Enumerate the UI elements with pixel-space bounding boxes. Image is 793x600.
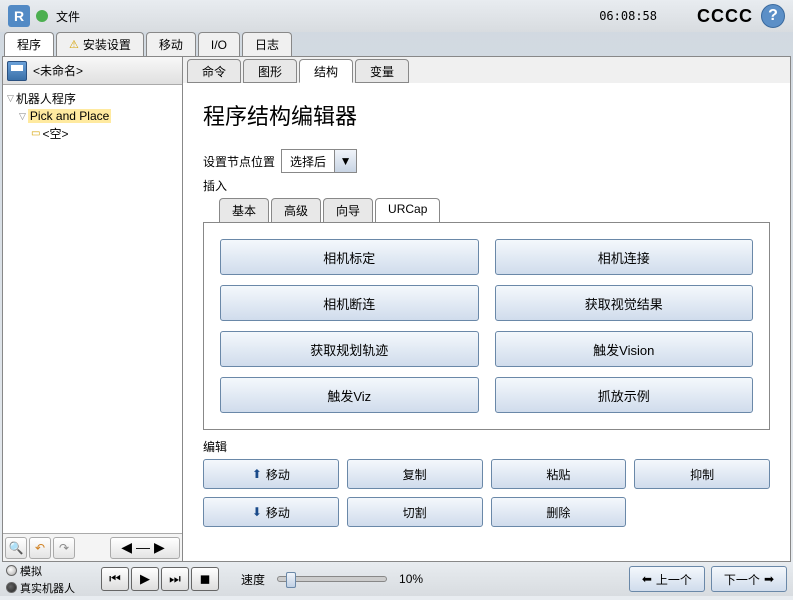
tree-item-empty[interactable]: <空> (42, 125, 68, 142)
cut-button[interactable]: 切割 (347, 497, 483, 527)
empty-node-icon: ▭ (31, 128, 40, 139)
arrow-left-icon: ⬅ (642, 572, 652, 586)
tab-io[interactable]: I/O (198, 32, 240, 56)
edit-section-label: 编辑 (203, 438, 770, 455)
delete-button[interactable]: 删除 (491, 497, 627, 527)
cmd-camera-connect[interactable]: 相机连接 (495, 239, 754, 275)
brand-label: CCCC (697, 6, 753, 27)
stop-button[interactable]: ◼ (191, 567, 219, 591)
sub-tab-bar: 命令 图形 结构 变量 (183, 57, 790, 83)
clock: 06:08:58 (599, 9, 657, 23)
tree-item-pick-place[interactable]: Pick and Place (28, 109, 111, 123)
warning-icon: ⚠ (69, 38, 79, 51)
insert-panel: 相机标定 相机连接 相机断连 获取视觉结果 获取规划轨迹 触发Vision 触发… (203, 222, 770, 430)
app-logo: R (8, 5, 30, 27)
suppress-button[interactable]: 抑制 (634, 459, 770, 489)
play-button[interactable]: ▶ (131, 567, 159, 591)
redo-button[interactable]: ↷ (53, 537, 75, 559)
speed-slider[interactable] (277, 576, 387, 582)
set-position-label: 设置节点位置 (203, 153, 275, 170)
editor-title: 程序结构编辑器 (203, 99, 770, 131)
radio-icon (6, 582, 17, 593)
subtab-graphic[interactable]: 图形 (243, 59, 297, 83)
file-menu[interactable]: 文件 (56, 8, 80, 25)
paste-button[interactable]: 粘贴 (491, 459, 627, 489)
real-mode-radio[interactable]: 真实机器人 (6, 580, 75, 596)
speed-value: 10% (399, 572, 423, 586)
main-tab-bar: 程序 ⚠安装设置 移动 I/O 日志 (0, 32, 793, 56)
cmd-camera-disconnect[interactable]: 相机断连 (220, 285, 479, 321)
chevron-down-icon[interactable]: ▼ (334, 150, 356, 172)
cmd-pick-place-example[interactable]: 抓放示例 (495, 377, 754, 413)
insert-section-label: 插入 (203, 177, 770, 194)
insert-tab-urcap[interactable]: URCap (375, 198, 440, 222)
cmd-trigger-vision[interactable]: 触发Vision (495, 331, 754, 367)
subtab-variable[interactable]: 变量 (355, 59, 409, 83)
tab-install[interactable]: ⚠安装设置 (56, 32, 144, 56)
insert-tab-wizard[interactable]: 向导 (323, 198, 373, 222)
move-down-button[interactable]: ⬇移动 (203, 497, 339, 527)
expand-collapse-button[interactable]: ◀—▶ (110, 537, 180, 559)
arrow-up-icon: ⬆ (252, 467, 262, 481)
skip-forward-button[interactable]: ⏭ (161, 567, 189, 591)
skip-back-button[interactable]: ⏮ (101, 567, 129, 591)
insert-tab-bar: 基本 高级 向导 URCap (203, 198, 770, 222)
search-button[interactable]: 🔍 (5, 537, 27, 559)
cmd-get-vision-result[interactable]: 获取视觉结果 (495, 285, 754, 321)
insert-tab-advanced[interactable]: 高级 (271, 198, 321, 222)
tree-toggle[interactable]: ▽ (19, 111, 26, 122)
save-icon[interactable] (7, 61, 27, 81)
copy-button[interactable]: 复制 (347, 459, 483, 489)
tab-program[interactable]: 程序 (4, 32, 54, 56)
tree-toggle[interactable]: ▽ (7, 93, 14, 104)
cmd-camera-calibrate[interactable]: 相机标定 (220, 239, 479, 275)
document-name: <未命名> (33, 62, 83, 79)
status-indicator (36, 10, 48, 22)
prev-button[interactable]: ⬅上一个 (629, 566, 705, 592)
cmd-get-plan-trajectory[interactable]: 获取规划轨迹 (220, 331, 479, 367)
next-button[interactable]: 下一个➡ (711, 566, 787, 592)
insert-tab-basic[interactable]: 基本 (219, 198, 269, 222)
speed-label: 速度 (241, 571, 265, 588)
cmd-trigger-viz[interactable]: 触发Viz (220, 377, 479, 413)
subtab-command[interactable]: 命令 (187, 59, 241, 83)
slider-thumb[interactable] (286, 572, 296, 588)
subtab-structure[interactable]: 结构 (299, 59, 353, 83)
position-select[interactable]: 选择后 ▼ (281, 149, 357, 173)
tab-move[interactable]: 移动 (146, 32, 196, 56)
position-select-value: 选择后 (282, 153, 334, 170)
undo-button[interactable]: ↶ (29, 537, 51, 559)
arrow-down-icon: ⬇ (252, 505, 262, 519)
tree-root[interactable]: 机器人程序 (16, 90, 76, 107)
program-tree[interactable]: ▽机器人程序 ▽Pick and Place ▭<空> (3, 85, 182, 533)
radio-icon (6, 565, 17, 576)
tab-log[interactable]: 日志 (242, 32, 292, 56)
move-up-button[interactable]: ⬆移动 (203, 459, 339, 489)
sim-mode-radio[interactable]: 模拟 (6, 563, 75, 579)
arrow-right-icon: ➡ (764, 572, 774, 586)
help-icon[interactable]: ? (761, 4, 785, 28)
